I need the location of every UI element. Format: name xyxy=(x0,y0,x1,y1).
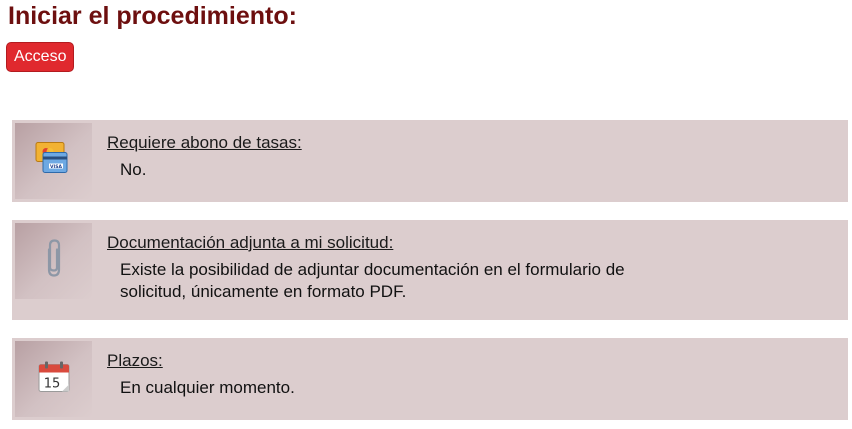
paperclip-icon xyxy=(42,238,66,285)
card-value: En cualquier momento. xyxy=(120,378,295,397)
calendar-day: 15 xyxy=(43,377,60,392)
card-value: No. xyxy=(120,160,147,179)
card-icon-container xyxy=(15,223,92,299)
card-label: Requiere abono de tasas: xyxy=(107,133,302,152)
card-value: Existe la posibilidad de adjuntar docume… xyxy=(120,260,625,301)
card-icon-container: VISA xyxy=(15,123,92,199)
credit-cards-icon: VISA xyxy=(34,139,74,184)
info-card-fees: VISA Requiere abono de tasas: No. xyxy=(12,120,848,202)
calendar-icon: 15 xyxy=(36,359,72,400)
access-button[interactable]: Acceso xyxy=(6,42,75,72)
card-label: Documentación adjunta a mi solicitud: xyxy=(107,233,394,252)
card-label: Plazos: xyxy=(107,351,163,370)
svg-text:VISA: VISA xyxy=(50,164,62,170)
info-card-documentation: Documentación adjunta a mi solicitud: Ex… xyxy=(12,220,848,320)
page-title: Iniciar el procedimiento: xyxy=(8,2,297,30)
card-icon-container: 15 xyxy=(15,341,92,417)
info-card-deadlines: 15 Plazos: En cualquier momento. xyxy=(12,338,848,420)
